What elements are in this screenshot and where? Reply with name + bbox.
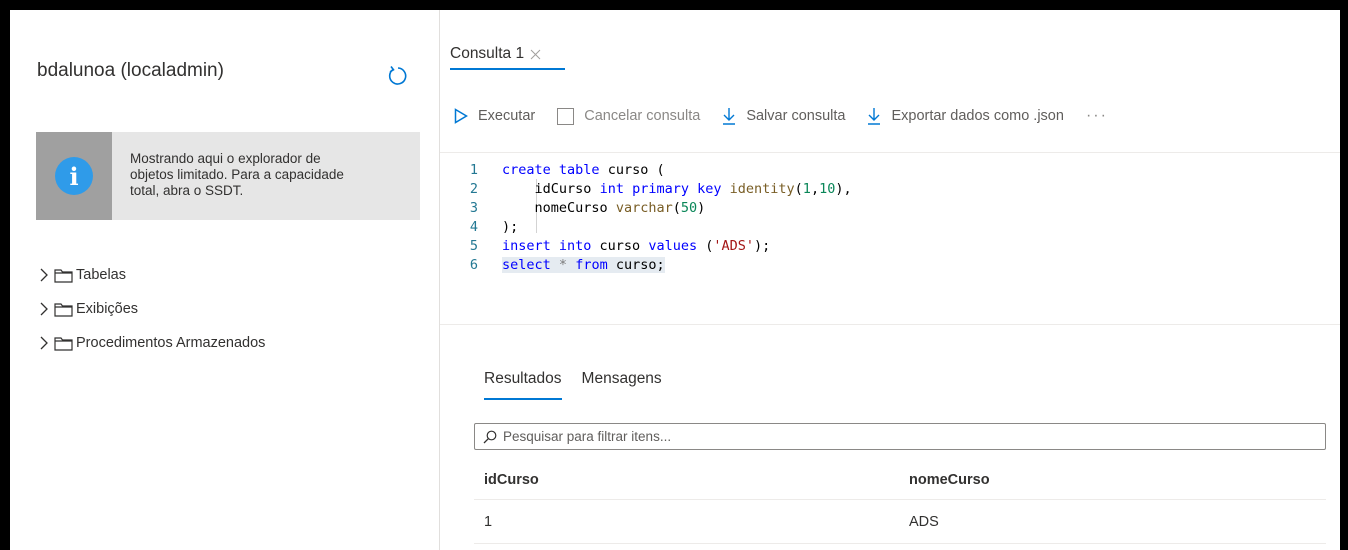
code-line-selected: 6 select * from curso; <box>440 255 1340 274</box>
chevron-right-icon <box>40 302 48 316</box>
database-title: bdalunoa (localadmin) <box>37 60 224 81</box>
tab-consulta-1[interactable]: Consulta 1 <box>450 36 541 72</box>
play-icon <box>454 108 468 124</box>
tab-label: Consulta 1 <box>450 45 525 62</box>
cell-idcurso: 1 <box>484 513 493 530</box>
code-line: 5 insert into curso values ('ADS'); <box>440 236 1340 255</box>
run-button[interactable]: Executar <box>454 108 535 124</box>
line-number: 4 <box>469 218 478 235</box>
results-tabs: Resultados Mensagens <box>484 370 682 400</box>
code-line: 2 idCurso int primary key identity(1, 10)… <box>440 179 1340 198</box>
folder-icon <box>54 303 73 317</box>
query-toolbar: Executar Cancelar consulta Salvar consul… <box>454 104 1108 128</box>
line-number: 1 <box>469 161 478 178</box>
tree-item-tabelas[interactable]: Tabelas <box>38 258 265 292</box>
tab-mensagens[interactable]: Mensagens <box>582 370 662 400</box>
query-editor-window: bdalunoa (localadmin) i Mostrando aqui o… <box>10 10 1340 550</box>
save-query-button[interactable]: Salvar consulta <box>722 107 845 125</box>
grid-header-row: idCurso nomeCurso <box>474 462 1326 500</box>
tree-item-exibicoes[interactable]: Exibições <box>38 292 265 326</box>
search-icon <box>483 430 497 443</box>
line-number: 5 <box>469 237 478 254</box>
tab-active-indicator <box>450 68 565 70</box>
table-row[interactable]: 1 ADS <box>474 500 1326 544</box>
tree-item-procedimentos[interactable]: Procedimentos Armazenados <box>38 326 265 360</box>
refresh-icon[interactable] <box>386 64 410 88</box>
results-search-box[interactable] <box>474 423 1326 450</box>
folder-icon <box>54 269 73 283</box>
folder-icon <box>54 337 73 351</box>
chevron-right-icon <box>40 268 48 282</box>
object-tree: Tabelas Exibições Procedimentos Armazena… <box>38 258 265 360</box>
info-banner: i Mostrando aqui o explorador de objetos… <box>36 132 420 220</box>
stop-icon <box>557 107 575 125</box>
download-arrow-icon <box>723 108 736 125</box>
cancel-query-button[interactable]: Cancelar consulta <box>557 107 700 125</box>
download-arrow-icon <box>868 108 881 125</box>
info-message: Mostrando aqui o explorador de objetos l… <box>130 151 344 198</box>
line-number: 3 <box>469 199 478 216</box>
chevron-right-icon <box>40 336 48 350</box>
cell-nomecurso: ADS <box>909 513 939 530</box>
sql-editor[interactable]: 1 create table curso ( 2 idCurso int pri… <box>440 152 1340 325</box>
code-line: 4 ); <box>440 217 1340 236</box>
tree-item-label: Exibições <box>76 301 139 317</box>
object-explorer: bdalunoa (localadmin) i Mostrando aqui o… <box>10 10 440 550</box>
tab-resultados[interactable]: Resultados <box>484 370 562 400</box>
export-json-button[interactable]: Exportar dados como .json <box>867 107 1064 125</box>
line-number: 2 <box>469 180 478 197</box>
more-options-icon[interactable]: ··· <box>1086 107 1108 125</box>
close-icon[interactable] <box>530 49 541 60</box>
code-line: 3 nomeCurso varchar(50) <box>440 198 1340 217</box>
column-header-nomecurso[interactable]: nomeCurso <box>906 472 1326 488</box>
results-grid: idCurso nomeCurso 1 ADS <box>474 462 1326 544</box>
search-input[interactable] <box>503 429 1303 444</box>
tree-item-label: Tabelas <box>76 267 126 283</box>
code-line: 1 create table curso ( <box>440 160 1340 179</box>
line-number: 6 <box>469 256 478 273</box>
column-header-idcurso[interactable]: idCurso <box>474 472 906 488</box>
info-icon: i <box>55 157 93 195</box>
tree-item-label: Procedimentos Armazenados <box>76 335 266 351</box>
